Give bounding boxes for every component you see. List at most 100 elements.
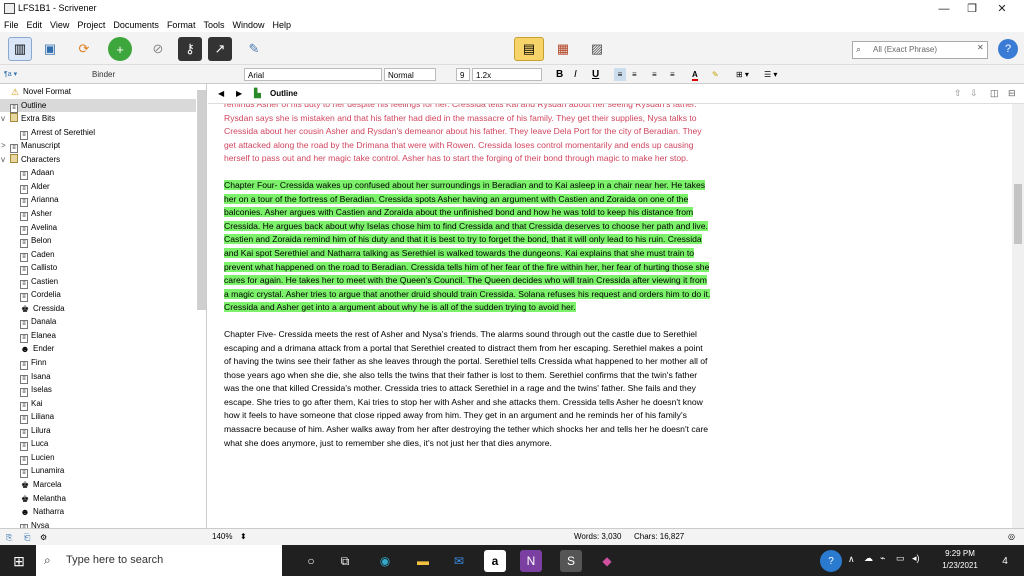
- edge-icon[interactable]: ◉: [374, 550, 396, 572]
- help-icon[interactable]: ?: [998, 39, 1018, 59]
- binder-item[interactable]: ♚ Marcela: [0, 478, 196, 492]
- binder-item[interactable]: ≡ Kai: [0, 397, 196, 411]
- notifications-icon[interactable]: 4: [994, 550, 1016, 572]
- binder-item[interactable]: ≡ Cordelia: [0, 288, 196, 303]
- file-explorer-icon[interactable]: ▬: [412, 550, 434, 572]
- chapter-five-paragraph[interactable]: Chapter Five- Cressida meets the rest of…: [224, 328, 712, 450]
- editor-area[interactable]: reminds Asher of his duty to her despite…: [208, 104, 1012, 528]
- list-icon[interactable]: ☰ ▾: [764, 68, 777, 81]
- line-spacing-select[interactable]: 1.2x: [472, 68, 542, 81]
- outliner-view-icon[interactable]: ▨: [582, 37, 612, 61]
- forward-arrow-icon[interactable]: ▶: [236, 89, 242, 98]
- table-icon[interactable]: ⊞ ▾: [736, 68, 749, 81]
- menu-tools[interactable]: Tools: [199, 18, 228, 32]
- binder-item[interactable]: ♚ Melantha: [0, 492, 196, 506]
- italic-button[interactable]: I: [574, 68, 577, 81]
- help-tray-icon[interactable]: ?: [820, 550, 842, 572]
- binder-item[interactable]: > ≡ Manuscript: [0, 139, 196, 154]
- align-center-icon[interactable]: ≡: [632, 68, 637, 81]
- font-size-select[interactable]: 9: [456, 68, 470, 81]
- binder-scrollbar[interactable]: [197, 90, 206, 310]
- binder-item[interactable]: ☻ Ender: [0, 342, 196, 356]
- binder-toggle-icon[interactable]: ▥: [8, 37, 32, 61]
- binder-item[interactable]: ≡ Caden: [0, 248, 196, 262]
- corkboard-view-icon[interactable]: ▦: [548, 37, 578, 61]
- binder-item[interactable]: ≡ Finn: [0, 356, 196, 370]
- menu-file[interactable]: File: [0, 18, 23, 32]
- style-select[interactable]: Normal: [384, 68, 436, 81]
- clear-search-icon[interactable]: ✕: [977, 43, 984, 52]
- cortana-icon[interactable]: ○: [300, 550, 322, 572]
- delete-icon[interactable]: ⊘: [146, 37, 170, 61]
- binder-item[interactable]: v Extra Bits: [0, 112, 196, 126]
- windows-start-icon[interactable]: ⊞: [8, 550, 30, 572]
- keywords-icon[interactable]: ⚷: [178, 37, 202, 61]
- binder-item[interactable]: ≡ Elanea: [0, 329, 196, 343]
- inspector-icon[interactable]: ▣: [38, 37, 62, 61]
- binder-item[interactable]: ≡ Lucien: [0, 451, 196, 465]
- outline-paragraph-partial[interactable]: reminds Asher of his duty to her despite…: [224, 104, 712, 166]
- volume-icon[interactable]: ◂): [912, 553, 920, 564]
- menu-edit[interactable]: Edit: [23, 18, 47, 32]
- settings-gear-icon[interactable]: ⚙: [40, 530, 47, 546]
- binder-item[interactable]: ≡ Asher: [0, 207, 196, 221]
- chapter-four-paragraph[interactable]: Chapter Four- Cressida wakes up confused…: [224, 179, 712, 314]
- close-button[interactable]: ✕: [982, 0, 1022, 18]
- binder-item[interactable]: ≡ Iselas: [0, 383, 196, 398]
- binder-item[interactable]: ≡ Lilura: [0, 424, 196, 438]
- underline-button[interactable]: U: [592, 68, 599, 81]
- disclosure-toggle-icon[interactable]: >: [1, 139, 6, 153]
- binder-item[interactable]: ≡ Arrest of Serethiel: [0, 126, 196, 140]
- up-arrow-icon[interactable]: ⇧: [954, 88, 962, 99]
- binder-item[interactable]: ☻ Natharra: [0, 505, 196, 519]
- highlight-icon[interactable]: ✎: [712, 68, 719, 81]
- compile-icon[interactable]: ✎: [242, 37, 266, 61]
- binder-item[interactable]: ≡ Arianna: [0, 193, 196, 208]
- split-horizontal-icon[interactable]: ⊟: [1008, 88, 1016, 99]
- paint-icon[interactable]: ◆: [596, 550, 618, 572]
- add-icon[interactable]: +: [108, 37, 132, 61]
- bold-button[interactable]: B: [556, 68, 563, 81]
- new-folder-icon[interactable]: ⎗: [24, 530, 30, 546]
- binder-item[interactable]: ≡ Callisto: [0, 261, 196, 276]
- binder-item[interactable]: ≡ Liliana: [0, 410, 196, 425]
- zoom-stepper-icon[interactable]: ⬍: [240, 529, 247, 545]
- binder-item[interactable]: ≡ Castien: [0, 275, 196, 289]
- down-arrow-icon[interactable]: ⇩: [970, 88, 978, 99]
- menu-format[interactable]: Format: [163, 18, 200, 32]
- menu-project[interactable]: Project: [73, 18, 109, 32]
- split-vertical-icon[interactable]: ◫: [990, 88, 999, 99]
- editor-scrollbar[interactable]: [1012, 104, 1024, 528]
- scrivenings-view-icon[interactable]: ▤: [514, 37, 544, 61]
- binder-item[interactable]: ≡ Adaan: [0, 166, 196, 181]
- network-icon[interactable]: ⌁: [880, 553, 885, 564]
- task-view-icon[interactable]: ⧉: [334, 550, 356, 572]
- editor-text[interactable]: reminds Asher of his duty to her despite…: [224, 104, 712, 464]
- binder-item[interactable]: ≡ Lunamira: [0, 464, 196, 479]
- tray-expand-icon[interactable]: ∧: [848, 554, 855, 565]
- onedrive-icon[interactable]: ☁: [864, 553, 873, 564]
- binder-item[interactable]: ≡ Belon: [0, 234, 196, 249]
- font-select[interactable]: Arial: [244, 68, 382, 81]
- binder-item[interactable]: ≡ Alder: [0, 180, 196, 194]
- disclosure-toggle-icon[interactable]: v: [1, 112, 5, 126]
- onenote-icon[interactable]: N: [520, 550, 542, 572]
- quickref-icon[interactable]: ↗: [208, 37, 232, 61]
- binder-item[interactable]: ≡ Avelina: [0, 221, 196, 235]
- amazon-icon[interactable]: a: [484, 550, 506, 572]
- binder-item[interactable]: ≡ Isana: [0, 370, 196, 384]
- back-arrow-icon[interactable]: ◀: [218, 89, 224, 98]
- binder-item[interactable]: ⚠ Novel Format: [0, 85, 196, 99]
- binder-item[interactable]: ♚ Cressida: [0, 302, 196, 316]
- project-search-input[interactable]: All (Exact Phrase): [852, 41, 988, 59]
- align-left-icon[interactable]: ≡: [614, 68, 626, 81]
- disclosure-toggle-icon[interactable]: v: [1, 153, 5, 167]
- paragraph-style-icon[interactable]: ¶a ▾: [4, 68, 34, 81]
- chapter-four-highlighted-text[interactable]: Chapter Four- Cressida wakes up confused…: [224, 180, 711, 313]
- align-right-icon[interactable]: ≡: [652, 68, 657, 81]
- menu-help[interactable]: Help: [268, 18, 295, 32]
- battery-icon[interactable]: ▭: [896, 553, 905, 564]
- menu-documents[interactable]: Documents: [109, 18, 163, 32]
- binder-item[interactable]: ≡ Outline: [0, 98, 196, 113]
- justify-icon[interactable]: ≡: [670, 68, 675, 81]
